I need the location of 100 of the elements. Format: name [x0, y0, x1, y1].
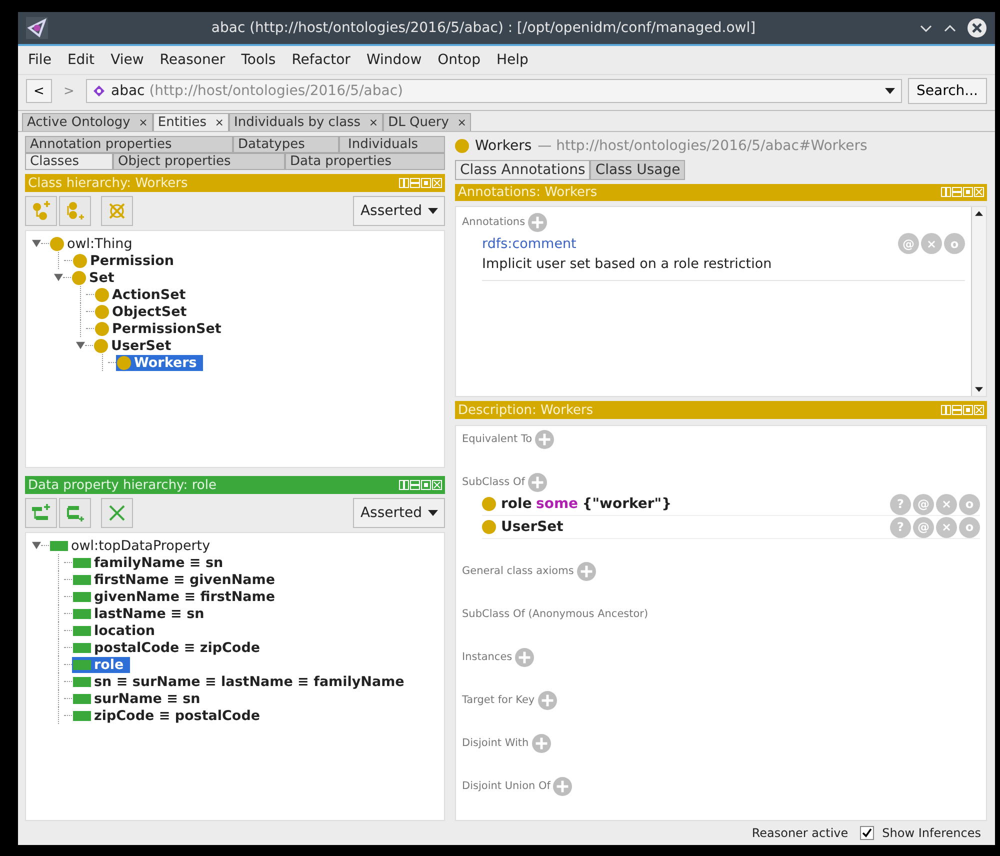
tree-item[interactable]: givenName ≡ firstName — [72, 588, 281, 604]
ontology-selector[interactable]: abac (http://host/ontologies/2016/5/abac) — [86, 79, 902, 103]
menu-item[interactable]: Help — [488, 50, 536, 70]
entity-tab[interactable]: Individuals — [339, 136, 445, 153]
menu-item[interactable]: Edit — [59, 50, 103, 70]
tree-item[interactable]: zipCode ≡ postalCode — [72, 708, 266, 724]
split-icon[interactable] — [399, 178, 409, 188]
workspace-tab[interactable]: Individuals by class × — [229, 113, 384, 131]
add-subproperty-icon — [31, 503, 51, 523]
maximize-icon[interactable] — [421, 480, 431, 490]
back-button[interactable]: < — [26, 79, 52, 103]
data-property-icon — [50, 540, 68, 550]
close-icon[interactable] — [967, 18, 987, 38]
add-subproperty-button[interactable] — [25, 498, 57, 528]
ontology-icon — [93, 85, 105, 97]
add-sibling-property-button[interactable] — [59, 498, 91, 528]
class-icon — [95, 322, 109, 336]
tree-item[interactable]: location — [72, 622, 161, 638]
menu-item[interactable]: Reasoner — [152, 50, 234, 70]
tree-item[interactable]: Workers — [116, 354, 203, 370]
section-label: SubClass Of (Anonymous Ancestor) — [462, 608, 648, 620]
expand-triangle-icon[interactable] — [32, 541, 41, 550]
expand-triangle-icon[interactable] — [76, 341, 85, 350]
entity-name: Workers — [475, 138, 532, 154]
add-icon[interactable] — [535, 430, 554, 448]
section-label: Target for Key — [462, 694, 535, 706]
menu-item[interactable]: View — [102, 50, 152, 70]
menu-item[interactable]: Tools — [233, 50, 284, 70]
tree-item[interactable]: ActionSet — [94, 286, 192, 302]
view-dropdown[interactable]: Asserted — [353, 498, 445, 528]
tree-item[interactable]: surName ≡ sn — [72, 690, 206, 706]
add-icon[interactable] — [528, 472, 547, 492]
tree-item[interactable]: postalCode ≡ zipCode — [72, 640, 266, 656]
class-icon — [117, 356, 131, 370]
delete-button[interactable] — [101, 498, 133, 528]
view-dropdown[interactable]: Asserted — [353, 196, 445, 226]
scroll-down-icon[interactable] — [975, 387, 983, 392]
checkmark-icon — [862, 828, 872, 838]
tree-item[interactable]: Permission — [72, 252, 180, 268]
entity-tab[interactable]: Data properties — [285, 153, 445, 170]
checkbox-label[interactable]: Show Inferences — [882, 826, 981, 840]
add-icon[interactable] — [553, 776, 572, 796]
data-property-icon — [73, 558, 91, 568]
search-button[interactable]: Search... — [908, 78, 987, 104]
add-icon[interactable] — [528, 212, 548, 232]
tree-item[interactable]: UserSet — [93, 338, 178, 354]
workspace-tab[interactable]: Active Ontology × — [22, 113, 153, 131]
class-icon — [455, 138, 469, 153]
add-icon[interactable] — [515, 648, 534, 666]
scroll-up-icon[interactable] — [975, 211, 983, 216]
add-sibling-icon — [65, 201, 85, 221]
split-icon[interactable] — [941, 405, 951, 416]
tree-item[interactable]: owl:Thing — [49, 236, 138, 252]
tree-item[interactable]: role — [72, 656, 130, 672]
panel-title: Class hierarchy: Workers — [28, 176, 188, 190]
reasoner-status: Reasoner active — [752, 826, 848, 840]
add-sibling-button[interactable] — [59, 196, 91, 226]
axiom-text[interactable]: UserSet — [501, 519, 885, 535]
annotation-property[interactable]: rdfs:comment — [482, 236, 576, 252]
entity-tab[interactable]: Object properties — [113, 153, 285, 170]
tree-item[interactable]: Set — [71, 270, 120, 286]
checkbox[interactable] — [860, 826, 874, 840]
delete-button[interactable] — [101, 196, 133, 226]
data-property-icon — [73, 592, 91, 602]
panel-title: Annotations: Workers — [458, 184, 598, 200]
data-property-icon — [73, 574, 91, 584]
tree-item[interactable]: owl:topDataProperty — [49, 538, 216, 554]
add-subclass-icon — [31, 201, 51, 221]
menu-item[interactable]: Refactor — [284, 50, 358, 70]
tree-item[interactable]: familyName ≡ sn — [72, 554, 230, 570]
workspace-tab[interactable]: DL Query × — [383, 113, 472, 131]
entity-tab[interactable]: Classes — [25, 153, 113, 170]
tree-item[interactable]: lastName ≡ sn — [72, 606, 210, 622]
expand-triangle-icon[interactable] — [32, 239, 41, 248]
detail-tab[interactable]: Class Usage — [590, 160, 686, 180]
detail-tab[interactable]: Class Annotations — [455, 160, 590, 180]
caret-icon — [428, 510, 438, 516]
axiom-text[interactable]: role some {"worker"} — [501, 496, 885, 512]
add-icon[interactable] — [576, 562, 596, 580]
split-icon[interactable] — [941, 187, 951, 198]
menu-item[interactable]: File — [20, 50, 60, 70]
entity-tab[interactable]: Datatypes — [233, 136, 339, 153]
class-icon — [95, 288, 109, 302]
expand-triangle-icon[interactable] — [54, 273, 63, 282]
split-icon[interactable] — [399, 480, 409, 490]
class-icon — [482, 497, 496, 511]
workspace-tab[interactable]: Entities × — [152, 113, 230, 131]
minimize-icon[interactable] — [410, 480, 420, 490]
add-subclass-button[interactable] — [25, 196, 57, 226]
menu-item[interactable]: Ontop — [430, 50, 488, 70]
add-icon[interactable] — [538, 690, 557, 710]
entity-iri: — http://host/ontologies/2016/5/abac#Workers — [538, 138, 868, 154]
tree-item[interactable]: sn ≡ surName ≡ lastName ≡ familyName — [72, 674, 410, 690]
tree-item[interactable]: firstName ≡ givenName — [72, 572, 281, 588]
tree-item[interactable]: ObjectSet — [94, 304, 193, 320]
tree-item[interactable]: PermissionSet — [94, 320, 228, 336]
menu-item[interactable]: Window — [358, 50, 430, 70]
scrollbar[interactable] — [971, 207, 986, 396]
entity-tab[interactable]: Annotation properties — [25, 136, 233, 153]
add-icon[interactable] — [532, 734, 551, 752]
